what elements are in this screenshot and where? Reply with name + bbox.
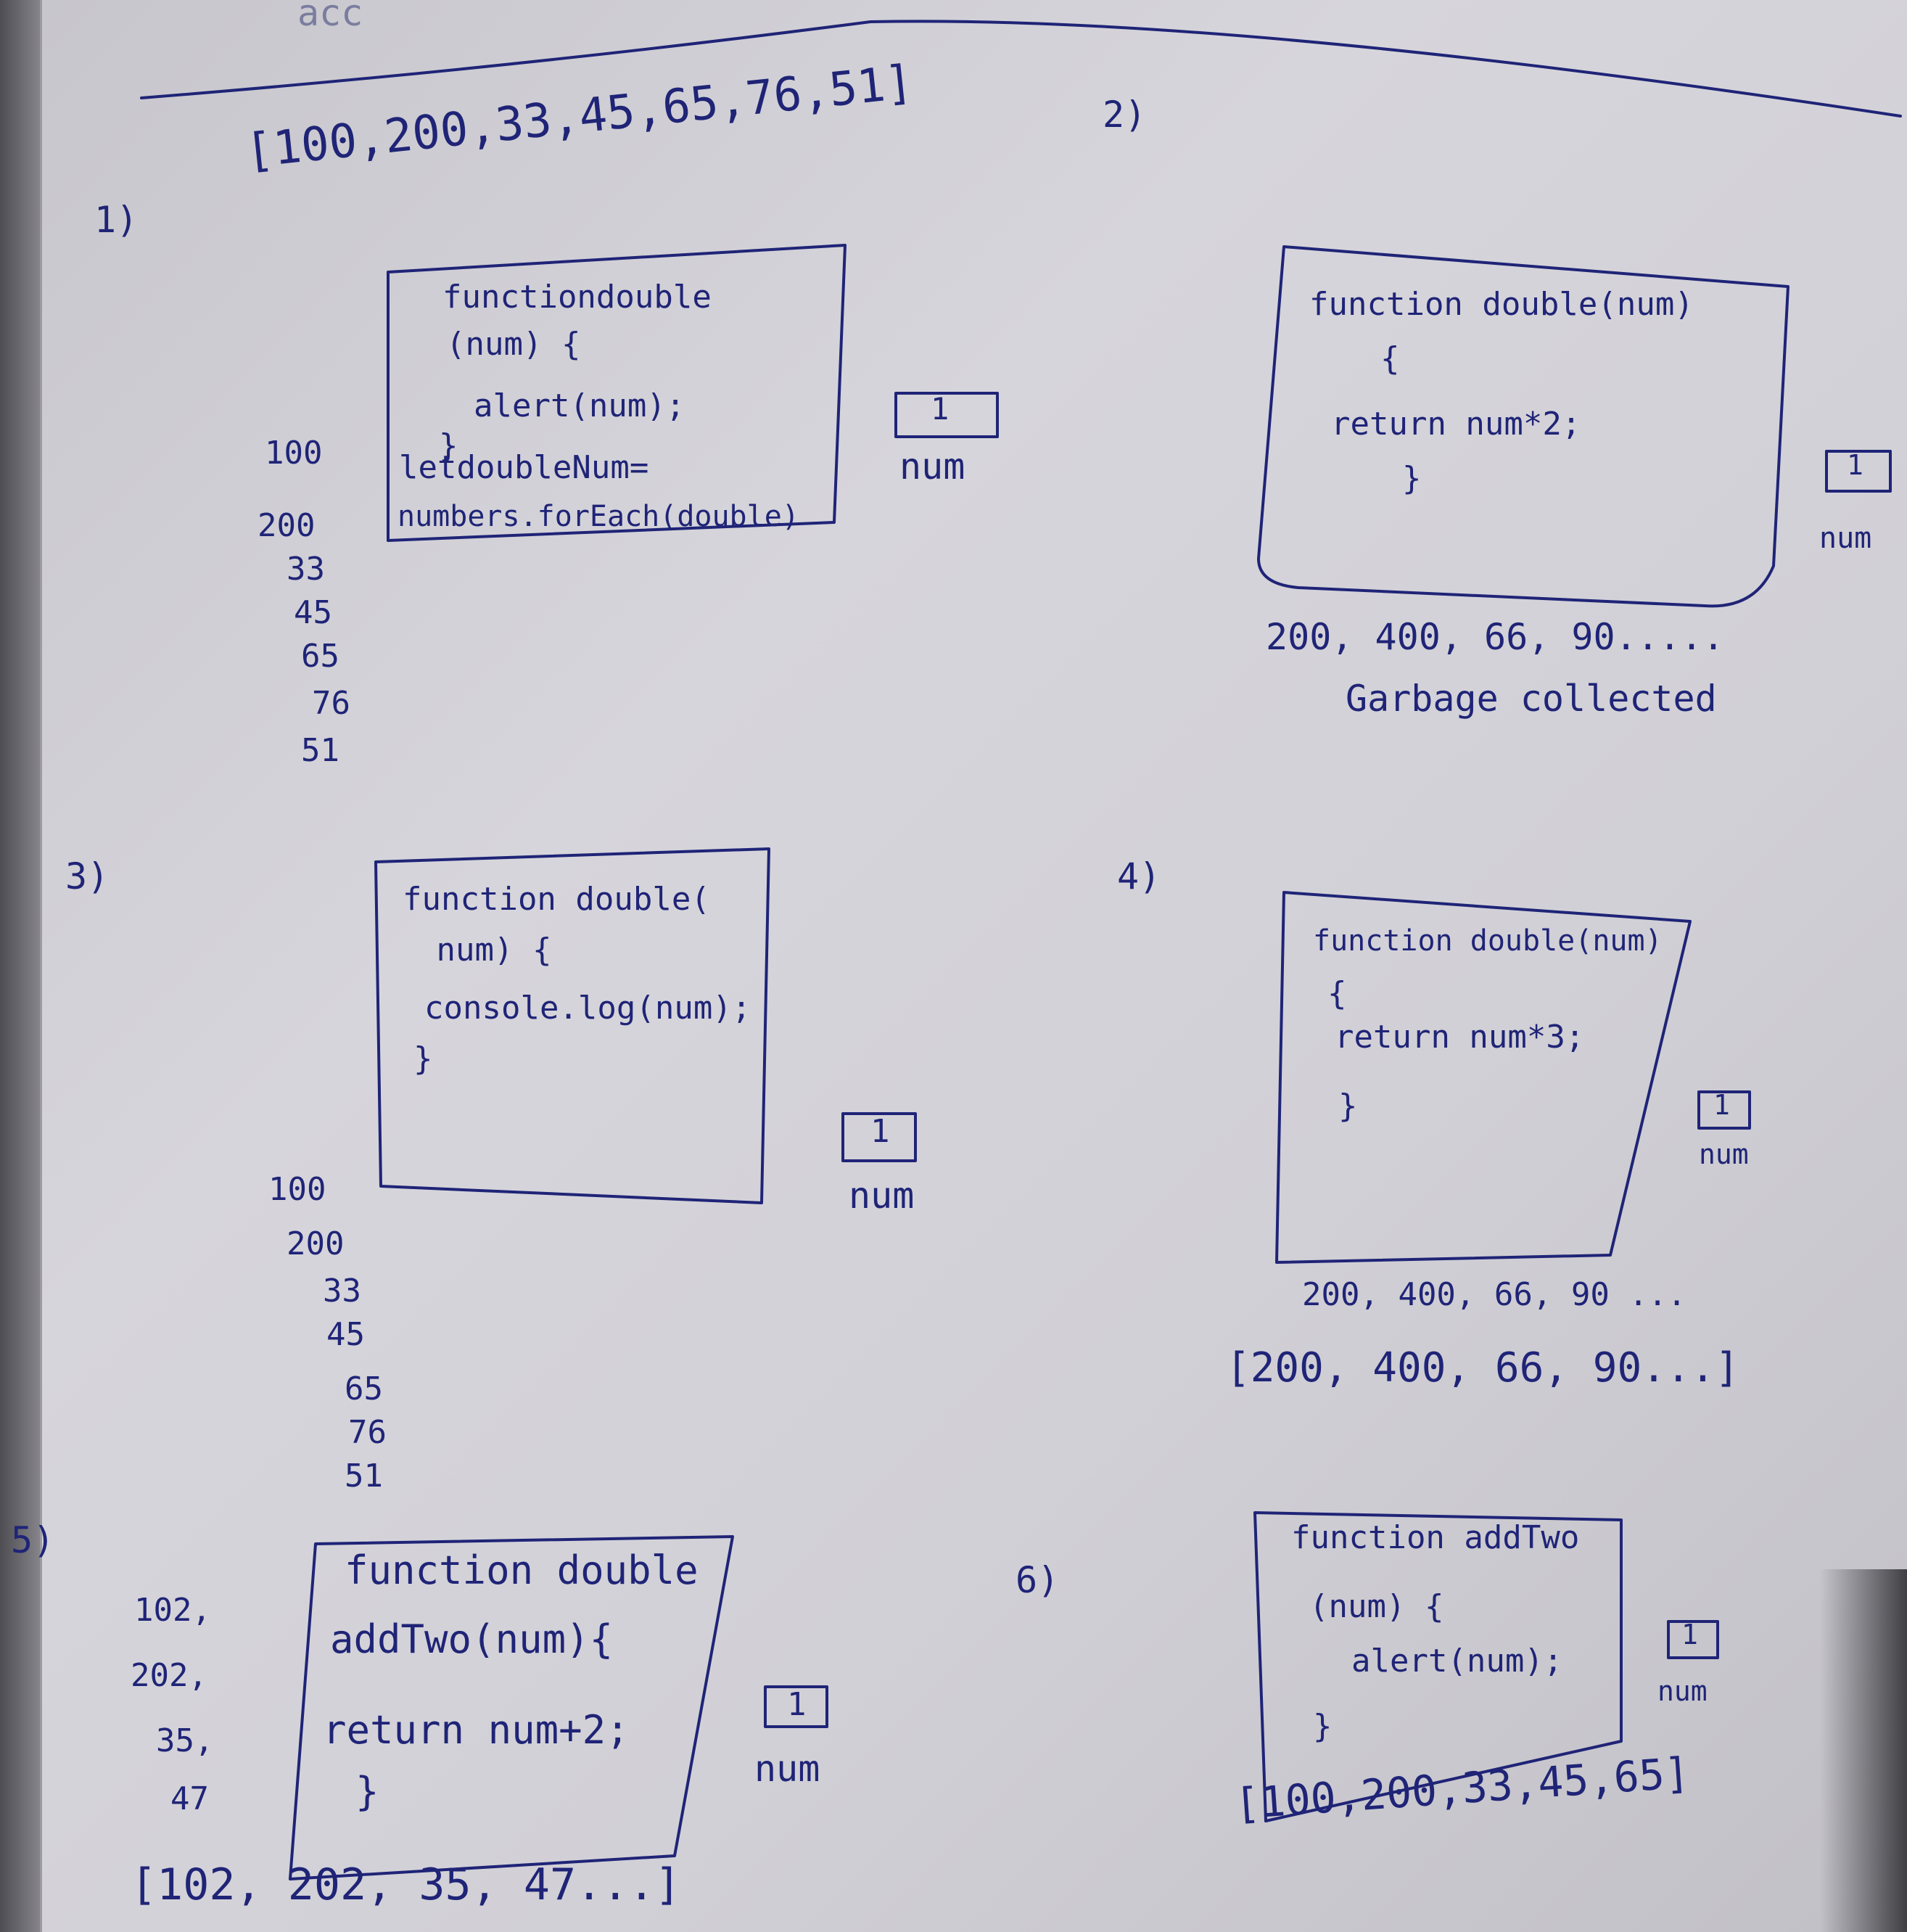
panel-1-code-line-1: functiondouble bbox=[442, 279, 712, 316]
panel-3-number: 3) bbox=[65, 855, 110, 897]
panel-5-code-line-3: return num+2; bbox=[323, 1707, 630, 1753]
panel-5-value: 35, bbox=[156, 1722, 214, 1759]
panel-3-code-line-3: console.log(num); bbox=[424, 990, 751, 1027]
panel-1-code-line-5: letdoubleNum= bbox=[399, 449, 649, 486]
top-divider-line bbox=[140, 20, 1902, 118]
panel-2-result: 200, 400, 66, 90..... bbox=[1266, 616, 1725, 658]
panel-2-note: Garbage collected bbox=[1346, 678, 1717, 720]
panel-3-num-box-value: 1 bbox=[870, 1113, 890, 1150]
panel-2-code-line-4: } bbox=[1364, 460, 1422, 497]
notebook-photo: acc [100,200,33,45,65,76,51] 1) function… bbox=[0, 0, 1907, 1932]
panel-3-value: 45 bbox=[326, 1316, 365, 1353]
panel-5-code-line-2: addTwo(num){ bbox=[330, 1616, 614, 1662]
panel-5-result-array: [102, 202, 35, 47...] bbox=[131, 1859, 681, 1910]
panel-1-num-box-value: 1 bbox=[931, 391, 950, 427]
panel-5-num-box-value: 1 bbox=[787, 1686, 807, 1723]
panel-6-code-line-2: (num) { bbox=[1309, 1588, 1444, 1625]
panel-2-code-line-1: function double(num) bbox=[1309, 286, 1694, 323]
panel-5-code-line-1: function double bbox=[345, 1547, 699, 1593]
panel-6-num-label: num bbox=[1657, 1675, 1708, 1707]
panel-4-code-line-3: return num*3; bbox=[1335, 1019, 1585, 1056]
panel-5-num-label: num bbox=[754, 1748, 820, 1790]
panel-4-result-array: [200, 400, 66, 90...] bbox=[1226, 1344, 1740, 1392]
panel-4-number: 4) bbox=[1117, 855, 1161, 897]
panel-3-code-line-4: } bbox=[413, 1040, 433, 1077]
panel-1-code-line-6: numbers.forEach(double) bbox=[398, 500, 799, 533]
panel-1-num-label: num bbox=[899, 445, 965, 488]
panel-5-code-line-4: } bbox=[355, 1769, 379, 1814]
panel-3-value: 33 bbox=[323, 1273, 361, 1310]
panel-1-value: 200 bbox=[258, 507, 316, 544]
panel-1-number: 1) bbox=[94, 199, 139, 241]
panel-4-num-label: num bbox=[1699, 1138, 1749, 1170]
panel-6-num-box-value: 1 bbox=[1681, 1619, 1698, 1651]
panel-3-value: 65 bbox=[345, 1370, 383, 1407]
header-scrap-text: acc bbox=[297, 0, 363, 34]
panel-3-value: 200 bbox=[287, 1225, 345, 1262]
panel-2-code-line-3: return num*2; bbox=[1331, 406, 1581, 443]
panel-1-value: 45 bbox=[294, 594, 332, 631]
panel-2-number: 2) bbox=[1103, 94, 1147, 136]
panel-4-code-line-4: } bbox=[1338, 1088, 1358, 1125]
panel-4-result: 200, 400, 66, 90 ... bbox=[1302, 1276, 1686, 1313]
panel-5-value: 202, bbox=[131, 1657, 207, 1694]
panel-1-value: 33 bbox=[287, 551, 325, 588]
panel-3-code-line-1: function double( bbox=[403, 881, 710, 918]
panel-2-num-box-value: 1 bbox=[1847, 449, 1863, 481]
panel-3-num-label: num bbox=[849, 1175, 915, 1217]
panel-3-value: 76 bbox=[348, 1414, 387, 1451]
panel-5-number: 5) bbox=[11, 1519, 55, 1561]
panel-1-code-line-2: (num) { bbox=[446, 326, 581, 363]
panel-3-value: 100 bbox=[268, 1171, 326, 1208]
panel-3-code-line-2: num) { bbox=[417, 932, 552, 969]
panel-1-value: 76 bbox=[312, 685, 350, 722]
panel-6-code-line-3: alert(num); bbox=[1313, 1643, 1563, 1680]
panel-1-value: 51 bbox=[301, 732, 339, 769]
panel-1-value: 100 bbox=[265, 435, 323, 472]
panel-6-code-line-1: function addTwo bbox=[1291, 1519, 1580, 1556]
panel-1-value: 65 bbox=[301, 638, 339, 675]
panel-6-code-line-4: } bbox=[1313, 1708, 1333, 1745]
panel-4-num-box-value: 1 bbox=[1713, 1089, 1730, 1121]
panel-4-code-line-2: { bbox=[1327, 975, 1347, 1012]
panel-1-code-line-3: alert(num); bbox=[435, 387, 685, 424]
panel-5-value: 102, bbox=[134, 1592, 211, 1629]
panel-2-num-label: num bbox=[1819, 522, 1872, 555]
panel-5-value: 47 bbox=[170, 1780, 209, 1817]
panel-2-code-line-2: { bbox=[1342, 340, 1400, 377]
panel-3-value: 51 bbox=[345, 1458, 383, 1495]
panel-6-number: 6) bbox=[1016, 1559, 1060, 1601]
panel-4-code-line-1: function double(num) bbox=[1313, 924, 1663, 958]
